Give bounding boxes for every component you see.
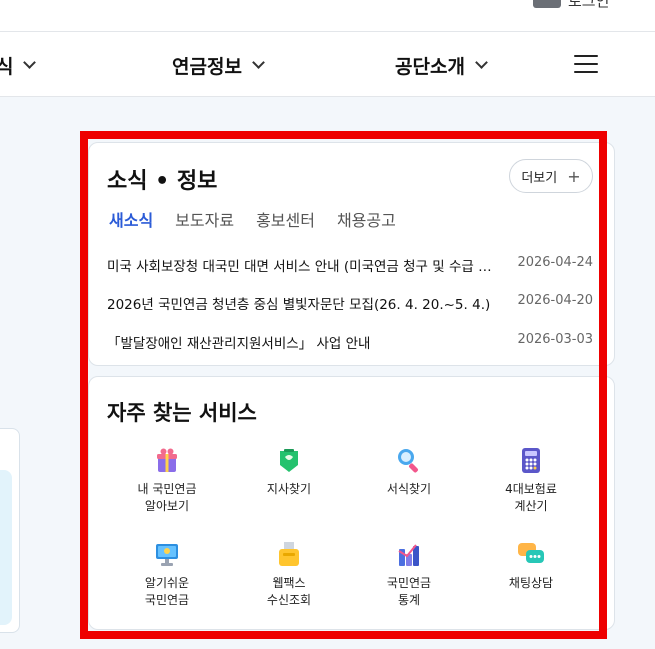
tab-recruit[interactable]: 채용공고 xyxy=(337,207,396,231)
news-row-title: 2026년 국민연금 청년층 중심 별빛자문단 모집(26. 4. 20.~5.… xyxy=(107,297,491,313)
news-row-date: 2026-04-20 xyxy=(517,293,593,308)
bar-chart-icon xyxy=(394,539,424,569)
hamburger-menu-icon[interactable] xyxy=(574,55,598,73)
services-title: 자주 찾는 서비스 xyxy=(107,401,257,425)
service-label: 채팅상담 xyxy=(508,576,554,590)
chevron-down-icon xyxy=(252,56,265,69)
news-title: 소식 • 정보 xyxy=(107,169,218,194)
service-label: 4대보험료 계산기 xyxy=(505,482,557,513)
service-label: 국민연금 통계 xyxy=(386,576,432,607)
chat-bubbles-icon xyxy=(516,539,546,569)
magnifier-icon xyxy=(394,445,424,475)
service-label: 지사찾기 xyxy=(266,482,312,496)
login-icon[interactable] xyxy=(533,0,561,8)
service-my-pension[interactable]: 내 국민연금 알아보기 xyxy=(107,445,227,515)
news-row-date: 2026-03-03 xyxy=(517,332,593,347)
news-tabs: 새소식 보도자료 홍보센터 채용공고 xyxy=(109,207,396,231)
chevron-down-icon xyxy=(475,56,488,69)
more-button[interactable]: 더보기 + xyxy=(509,159,593,193)
login-link[interactable]: 로그인 xyxy=(568,0,609,11)
side-card-image xyxy=(0,470,12,625)
news-row-title: 「발달장애인 재산관리지원서비스」 사업 안내 xyxy=(107,336,371,352)
frequent-services-card: 자주 찾는 서비스 내 국민연금 알아보기 지사찾기 서식찾기 4대보험료 계산… xyxy=(88,376,615,630)
service-label: 알기쉬운 국민연금 xyxy=(144,576,190,607)
news-row[interactable]: 미국 사회보장청 대국민 대면 서비스 안내 (미국연금 청구 및 수급 관련)… xyxy=(107,255,593,275)
service-label: 웹팩스 수신조회 xyxy=(266,576,312,607)
service-label: 내 국민연금 알아보기 xyxy=(137,482,197,513)
main-nav: 식 연금정보 공단소개 xyxy=(0,32,655,97)
news-row-date: 2026-04-24 xyxy=(517,255,593,270)
service-statistics[interactable]: 국민연금 통계 xyxy=(349,539,469,609)
map-pin-icon xyxy=(274,445,304,475)
news-card: 소식 • 정보 더보기 + 새소식 보도자료 홍보센터 채용공고 미국 사회보장… xyxy=(88,142,615,366)
nav-item-label: 식 xyxy=(0,56,14,78)
news-row[interactable]: 「발달장애인 재산관리지원서비스」 사업 안내 2026-03-03 xyxy=(107,332,593,352)
service-insurance-calculator[interactable]: 4대보험료 계산기 xyxy=(471,445,591,515)
tab-pr-center[interactable]: 홍보센터 xyxy=(256,207,315,231)
news-row-title: 미국 사회보장청 대국민 대면 서비스 안내 (미국연금 청구 및 수급 관련) xyxy=(107,259,497,275)
service-webfax[interactable]: 웹팩스 수신조회 xyxy=(229,539,349,609)
service-chat-consult[interactable]: 채팅상담 xyxy=(471,539,591,592)
nav-item-label: 공단소개 xyxy=(395,56,465,78)
service-find-forms[interactable]: 서식찾기 xyxy=(349,445,469,498)
nav-item-about[interactable]: 공단소개 xyxy=(395,52,488,79)
calculator-icon xyxy=(516,445,546,475)
news-row[interactable]: 2026년 국민연금 청년층 중심 별빛자문단 모집(26. 4. 20.~5.… xyxy=(107,293,593,313)
gift-icon xyxy=(152,445,182,475)
nav-item-label: 연금정보 xyxy=(172,56,242,78)
service-find-branch[interactable]: 지사찾기 xyxy=(229,445,349,498)
fax-icon xyxy=(274,539,304,569)
plus-icon: + xyxy=(567,166,581,186)
tab-new-news[interactable]: 새소식 xyxy=(109,207,153,231)
tab-press[interactable]: 보도자료 xyxy=(175,207,234,231)
top-utility-bar: 로그인 xyxy=(0,0,655,32)
chevron-down-icon xyxy=(23,56,37,69)
service-label: 서식찾기 xyxy=(386,482,432,496)
nav-item-news[interactable]: 식 xyxy=(0,52,37,79)
monitor-icon xyxy=(152,539,182,569)
service-easy-pension[interactable]: 알기쉬운 국민연금 xyxy=(107,539,227,609)
nav-item-pension-info[interactable]: 연금정보 xyxy=(172,52,265,79)
more-button-label: 더보기 xyxy=(521,170,558,186)
